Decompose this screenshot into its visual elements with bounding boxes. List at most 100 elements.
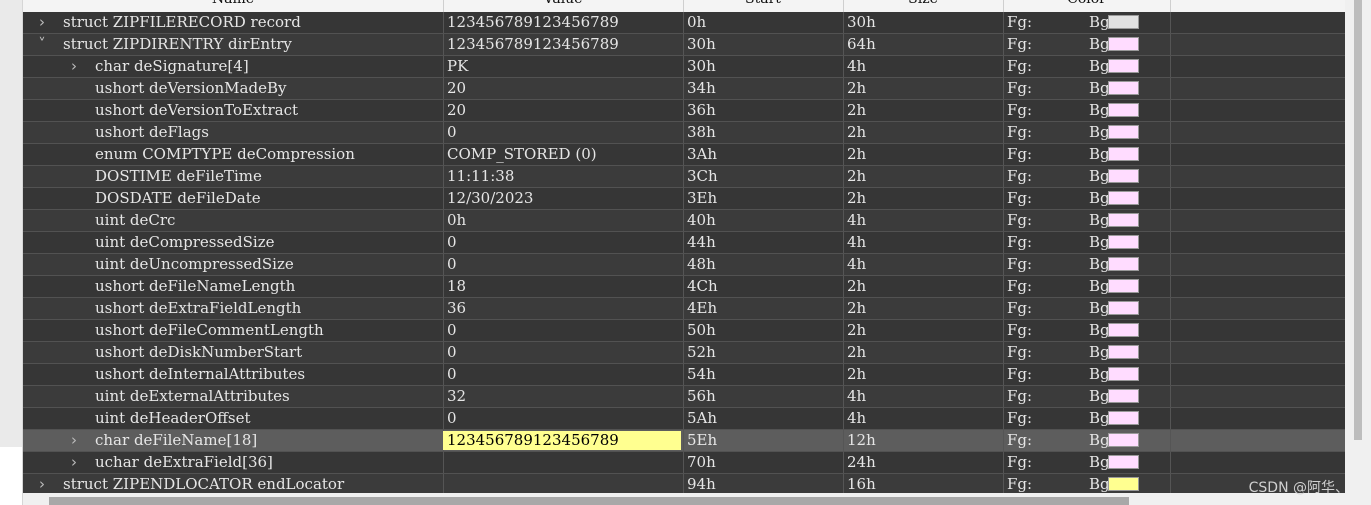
tree-row[interactable]: › uchar deExtraField[36] 70h 24h Fg: Bg: [23,452,1345,474]
horizontal-scroll-thumb[interactable] [49,497,1129,505]
tree-row[interactable]: ushort deExtraFieldLength 36 4Eh 2h Fg: Bg: [23,298,1345,320]
extra-column-cell [1170,188,1345,209]
fg-label: Fg: [1007,255,1033,273]
tree-row[interactable]: › struct ZIPFILERECORD record 123456789123… [23,12,1345,34]
bg-color-swatch[interactable] [1108,257,1139,271]
bg-color-swatch[interactable] [1108,389,1139,403]
tree-row[interactable]: DOSTIME deFileTime 11:11:38 3Ch 2h Fg: Bg: [23,166,1345,188]
chevron-right-icon[interactable]: › [67,452,81,473]
chevron-right-icon[interactable]: › [67,430,81,451]
tree-row[interactable]: › char deFileName[18] 123456789123456789 5E… [23,430,1345,452]
size-cell: 2h [843,144,1004,165]
size-cell: 2h [843,78,1004,99]
tree-row[interactable]: uint deExternalAttributes 32 56h 4h Fg: Bg: [23,386,1345,408]
extra-column-cell [1170,364,1345,385]
tree-row[interactable]: uint deHeaderOffset 0 5Ah 4h Fg: Bg: [23,408,1345,430]
tree-row[interactable]: ˅ struct ZIPDIRENTRY dirEntry 123456789123… [23,34,1345,56]
tree-row[interactable]: ushort deDiskNumberStart 0 52h 2h Fg: Bg: [23,342,1345,364]
bg-color-swatch[interactable] [1108,81,1139,95]
fg-label: Fg: [1007,123,1033,141]
chevron-right-icon[interactable]: › [35,12,49,33]
fg-label: Fg: [1007,409,1033,427]
name-cell: › char deFileName[18] [23,430,444,451]
bg-color-swatch[interactable] [1108,323,1139,337]
tree-row[interactable]: ushort deVersionToExtract 20 36h 2h Fg: Bg: [23,100,1345,122]
tree-row[interactable]: ushort deFileNameLength 18 4Ch 2h Fg: Bg: [23,276,1345,298]
bg-color-swatch[interactable] [1108,147,1139,161]
fg-label: Fg: [1007,299,1033,317]
bg-color-swatch[interactable] [1108,301,1139,315]
extra-column-cell [1170,298,1345,319]
bg-color-swatch[interactable] [1108,15,1139,29]
tree-row[interactable]: uint deUncompressedSize 0 48h 4h Fg: Bg: [23,254,1345,276]
field-value: 0 [447,343,457,361]
start-offset: 52h [687,343,716,361]
tree-row[interactable]: › char deSignature[4] PK 30h 4h Fg: Bg: [23,56,1345,78]
tree-row[interactable]: uint deCrc 0h 40h 4h Fg: Bg: [23,210,1345,232]
extra-column-cell [1170,56,1345,77]
value-cell: 0 [443,364,684,385]
gutter-blank [0,447,22,505]
field-value: 20 [447,101,467,119]
value-cell: 20 [443,100,684,121]
field-name: uint deExternalAttributes [95,387,290,405]
fg-label: Fg: [1007,189,1033,207]
tree-row[interactable]: ushort deVersionMadeBy 20 34h 2h Fg: Bg: [23,78,1345,100]
bg-color-swatch[interactable] [1108,103,1139,117]
extra-column-cell [1170,276,1345,297]
value-cell[interactable]: 123456789123456789 [443,430,684,451]
color-cell: Fg: Bg: [1003,474,1171,495]
field-name: char deSignature[4] [95,57,249,75]
tree-row[interactable]: ushort deFlags 0 38h 2h Fg: Bg: [23,122,1345,144]
extra-column-cell [1170,166,1345,187]
bg-color-swatch[interactable] [1108,125,1139,139]
vertical-scroll-thumb[interactable] [1354,0,1362,440]
bg-color-swatch[interactable] [1108,213,1139,227]
bg-color-swatch[interactable] [1108,433,1139,447]
tree-row[interactable]: ushort deFileCommentLength 0 50h 2h Fg: Bg: [23,320,1345,342]
value-cell: 0 [443,232,684,253]
value-cell: 36 [443,298,684,319]
bg-color-swatch[interactable] [1108,345,1139,359]
name-cell: ushort deFileCommentLength [23,320,444,341]
bg-color-swatch[interactable] [1108,59,1139,73]
horizontal-scrollbar[interactable] [23,493,1345,505]
field-value: 0h [447,211,467,229]
color-cell: Fg: Bg: [1003,144,1171,165]
bg-color-swatch[interactable] [1108,191,1139,205]
bg-color-swatch[interactable] [1108,169,1139,183]
bg-color-swatch[interactable] [1108,367,1139,381]
tree-row[interactable]: DOSDATE deFileDate 12/30/2023 3Eh 2h Fg: Bg: [23,188,1345,210]
tree-row[interactable]: uint deCompressedSize 0 44h 4h Fg: Bg: [23,232,1345,254]
fg-label: Fg: [1007,145,1033,163]
start-cell: 70h [683,452,844,473]
bg-color-swatch[interactable] [1108,37,1139,51]
fg-label: Fg: [1007,13,1033,31]
tree-row[interactable]: enum COMPTYPE deCompression COMP_STORED (… [23,144,1345,166]
start-offset: 44h [687,233,716,251]
color-cell: Fg: Bg: [1003,232,1171,253]
vertical-scrollbar[interactable] [1345,0,1371,505]
field-size: 2h [847,145,867,163]
chevron-right-icon[interactable]: › [35,474,49,495]
bg-color-swatch[interactable] [1108,455,1139,469]
bg-color-swatch[interactable] [1108,477,1139,491]
size-cell: 2h [843,364,1004,385]
fg-label: Fg: [1007,211,1033,229]
tree-row[interactable]: ushort deInternalAttributes 0 54h 2h Fg: Bg: [23,364,1345,386]
chevron-right-icon[interactable]: › [67,56,81,77]
value-cell: 0 [443,320,684,341]
chevron-down-icon[interactable]: ˅ [35,34,49,55]
fg-label: Fg: [1007,431,1033,449]
start-offset: 94h [687,475,716,493]
fg-label: Fg: [1007,475,1033,493]
field-name: char deFileName[18] [95,431,258,449]
bg-color-swatch[interactable] [1108,279,1139,293]
field-name: uchar deExtraField[36] [95,453,273,471]
size-cell: 2h [843,276,1004,297]
left-gutter [0,0,23,505]
bg-color-swatch[interactable] [1108,411,1139,425]
start-offset: 48h [687,255,716,273]
bg-color-swatch[interactable] [1108,235,1139,249]
field-name: ushort deDiskNumberStart [95,343,303,361]
